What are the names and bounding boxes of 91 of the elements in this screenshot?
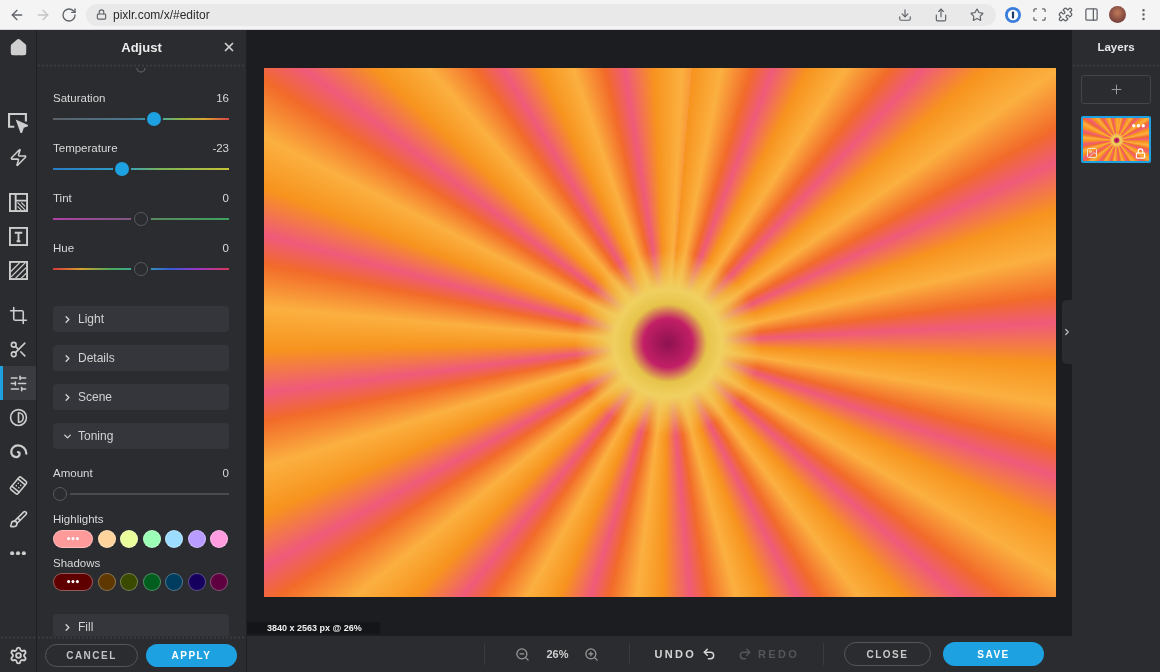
star-icon[interactable]: [970, 7, 984, 22]
slider-thumb[interactable]: [53, 487, 67, 501]
section-header[interactable]: Fill: [53, 614, 229, 636]
image-icon: [1086, 147, 1098, 159]
close-icon: [222, 40, 236, 54]
share-icon[interactable]: [934, 7, 948, 22]
color-swatch-icon[interactable]: [97, 530, 116, 548]
section-label: Toning: [78, 429, 114, 443]
color-swatch-icon[interactable]: [210, 530, 228, 548]
panel-title: Layers: [1097, 41, 1135, 53]
color-picker-button[interactable]: [53, 573, 93, 591]
more-icon[interactable]: [1132, 124, 1145, 128]
text-box-icon: [8, 226, 28, 246]
color-swatch-icon[interactable]: [165, 573, 183, 591]
section-header[interactable]: Toning: [53, 423, 229, 449]
crop-icon: [8, 305, 28, 325]
plus-icon: [1108, 82, 1124, 97]
slider-label: Temperature: [53, 142, 118, 154]
zoom-in-icon[interactable]: [584, 646, 600, 662]
slider-value: 0: [222, 242, 229, 254]
more-icon: [67, 537, 79, 541]
zoom-level: 26%: [546, 648, 569, 660]
slider-label: Hue: [53, 242, 75, 254]
chevron-right-icon: [62, 391, 73, 403]
palette-label: Highlights: [53, 512, 105, 526]
contrast-icon: [8, 407, 28, 427]
sidebar-icon[interactable]: [1083, 7, 1099, 22]
panel-title: Adjust: [120, 39, 163, 55]
tool-button[interactable]: [0, 366, 36, 400]
undo-button[interactable]: UNDO: [654, 647, 716, 661]
color-picker-button[interactable]: [53, 530, 93, 548]
lightning-icon: [8, 147, 28, 167]
slider-value: -23: [212, 142, 229, 154]
color-swatch-icon[interactable]: [120, 530, 138, 548]
puzzle-icon[interactable]: [1057, 7, 1073, 22]
spiral-icon: [8, 441, 28, 461]
more-icon: [67, 580, 79, 584]
zoom-out-icon[interactable]: [515, 646, 531, 662]
image-info: 3840 x 2563 px @ 26%: [247, 622, 380, 634]
section-label: Light: [78, 312, 105, 326]
slider-thumb[interactable]: [146, 112, 161, 126]
slider-value: 16: [216, 92, 229, 104]
pointer-square-icon: [8, 113, 28, 133]
color-swatch-icon[interactable]: [187, 573, 206, 591]
layer-thumbnail[interactable]: [1081, 116, 1151, 163]
ring-icon[interactable]: [1005, 6, 1021, 23]
panel-toggle[interactable]: [1062, 300, 1072, 364]
chevron-right-icon: [62, 621, 73, 633]
scissors-icon: [8, 339, 28, 359]
settings-icon[interactable]: [8, 646, 28, 665]
reload-icon: [61, 6, 77, 23]
color-swatch-icon[interactable]: [120, 573, 138, 591]
slider-value: 0: [222, 192, 229, 204]
more-icon: [10, 550, 26, 556]
section-label: Fill: [78, 620, 94, 634]
color-swatch-icon[interactable]: [142, 530, 161, 548]
layout-icon: [8, 192, 28, 212]
chevron-right-icon: [62, 313, 73, 325]
palette-label: Shadows: [53, 556, 102, 570]
home-icon[interactable]: [8, 37, 28, 57]
slider-thumb[interactable]: [114, 162, 129, 176]
download-icon[interactable]: [898, 7, 912, 22]
avatar[interactable]: [1108, 6, 1126, 23]
chevron-right-icon: [1062, 327, 1072, 337]
slider-thumb[interactable]: [134, 212, 148, 226]
redo-icon: [738, 647, 752, 661]
slider-value: 0: [222, 467, 229, 479]
color-swatch-icon[interactable]: [97, 573, 116, 591]
section-header[interactable]: Light: [53, 306, 229, 332]
section-header[interactable]: Scene: [53, 384, 229, 410]
slider-label: Amount: [53, 467, 93, 479]
undo-icon: [702, 647, 716, 661]
color-swatch-icon[interactable]: [142, 573, 161, 591]
section-header[interactable]: Details: [53, 345, 229, 371]
address-bar[interactable]: pixlr.com/x/#editor: [86, 3, 996, 26]
sliders-icon: [8, 373, 28, 393]
section-label: Scene: [78, 390, 113, 404]
scroll-indicator-icon: [136, 68, 146, 73]
brush-icon: [8, 509, 28, 529]
color-swatch-icon[interactable]: [187, 530, 206, 548]
slider-thumb[interactable]: [134, 262, 148, 276]
url-text: pixlr.com/x/#editor: [113, 7, 211, 22]
color-swatch-icon[interactable]: [210, 573, 228, 591]
slider-label: Saturation: [53, 92, 106, 104]
lock-icon: [96, 9, 107, 20]
chevron-right-icon: [62, 352, 73, 364]
color-swatch-icon[interactable]: [165, 530, 183, 548]
slider-label: Tint: [53, 192, 72, 204]
hatch-square-icon: [8, 260, 28, 280]
scan-icon[interactable]: [1031, 7, 1047, 22]
section-label: Details: [78, 351, 115, 365]
